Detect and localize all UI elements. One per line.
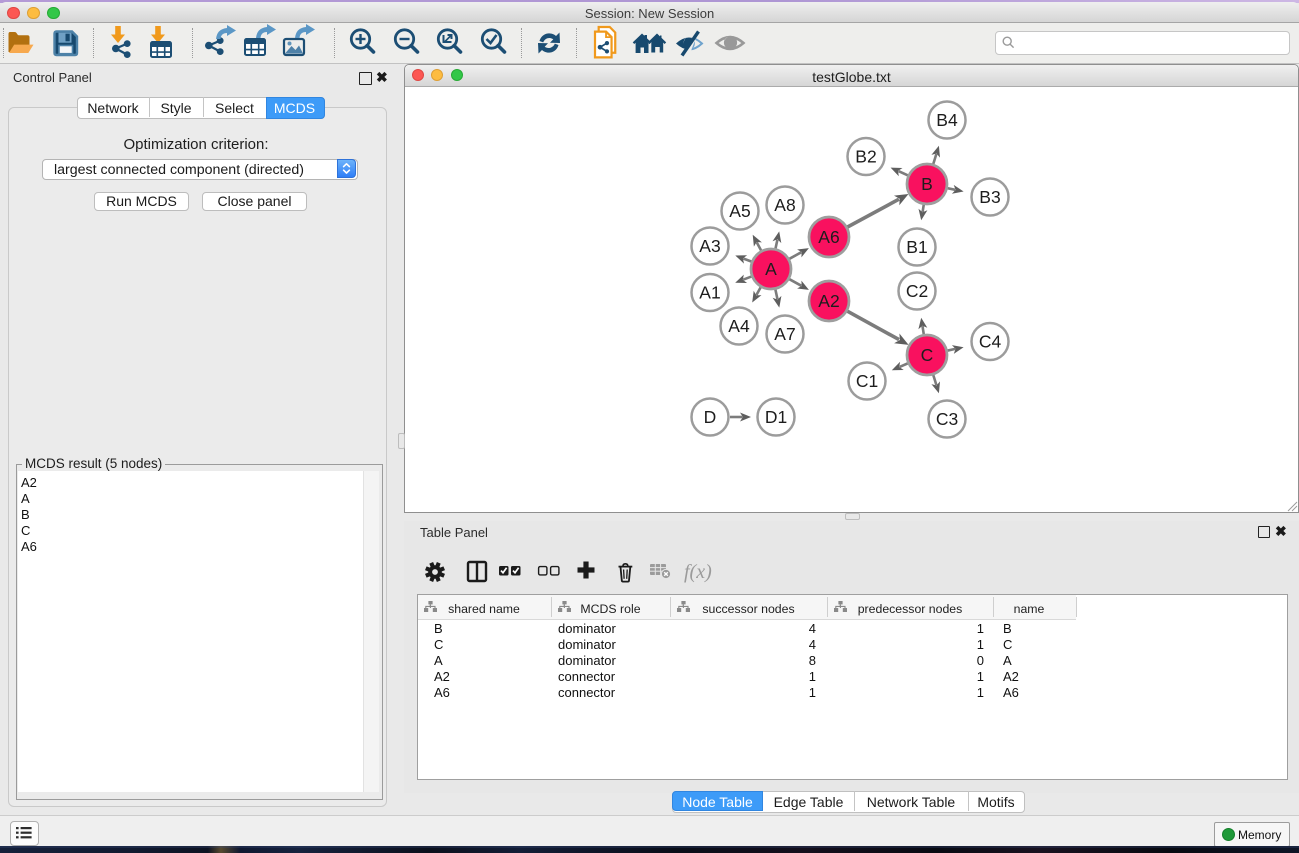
svg-text:B2: B2 (855, 147, 876, 167)
svg-text:B: B (921, 174, 933, 194)
svg-text:A: A (765, 259, 777, 279)
svg-text:A1: A1 (699, 283, 720, 303)
svg-text:C: C (921, 345, 934, 365)
svg-text:A8: A8 (774, 195, 795, 215)
svg-text:f(x): f(x) (684, 561, 712, 583)
svg-text:A5: A5 (729, 201, 750, 221)
svg-text:B3: B3 (979, 187, 1000, 207)
svg-text:D: D (704, 407, 717, 427)
svg-text:D1: D1 (765, 407, 787, 427)
svg-text:A3: A3 (699, 236, 720, 256)
svg-text:C2: C2 (906, 281, 928, 301)
svg-text:C1: C1 (856, 371, 878, 391)
svg-text:A4: A4 (728, 316, 750, 336)
svg-text:B4: B4 (936, 110, 958, 130)
svg-text:B1: B1 (906, 237, 927, 257)
svg-text:C3: C3 (936, 409, 958, 429)
svg-text:C4: C4 (979, 332, 1002, 352)
svg-text:A6: A6 (818, 227, 839, 247)
svg-text:A2: A2 (818, 291, 839, 311)
svg-text:A7: A7 (774, 324, 795, 344)
